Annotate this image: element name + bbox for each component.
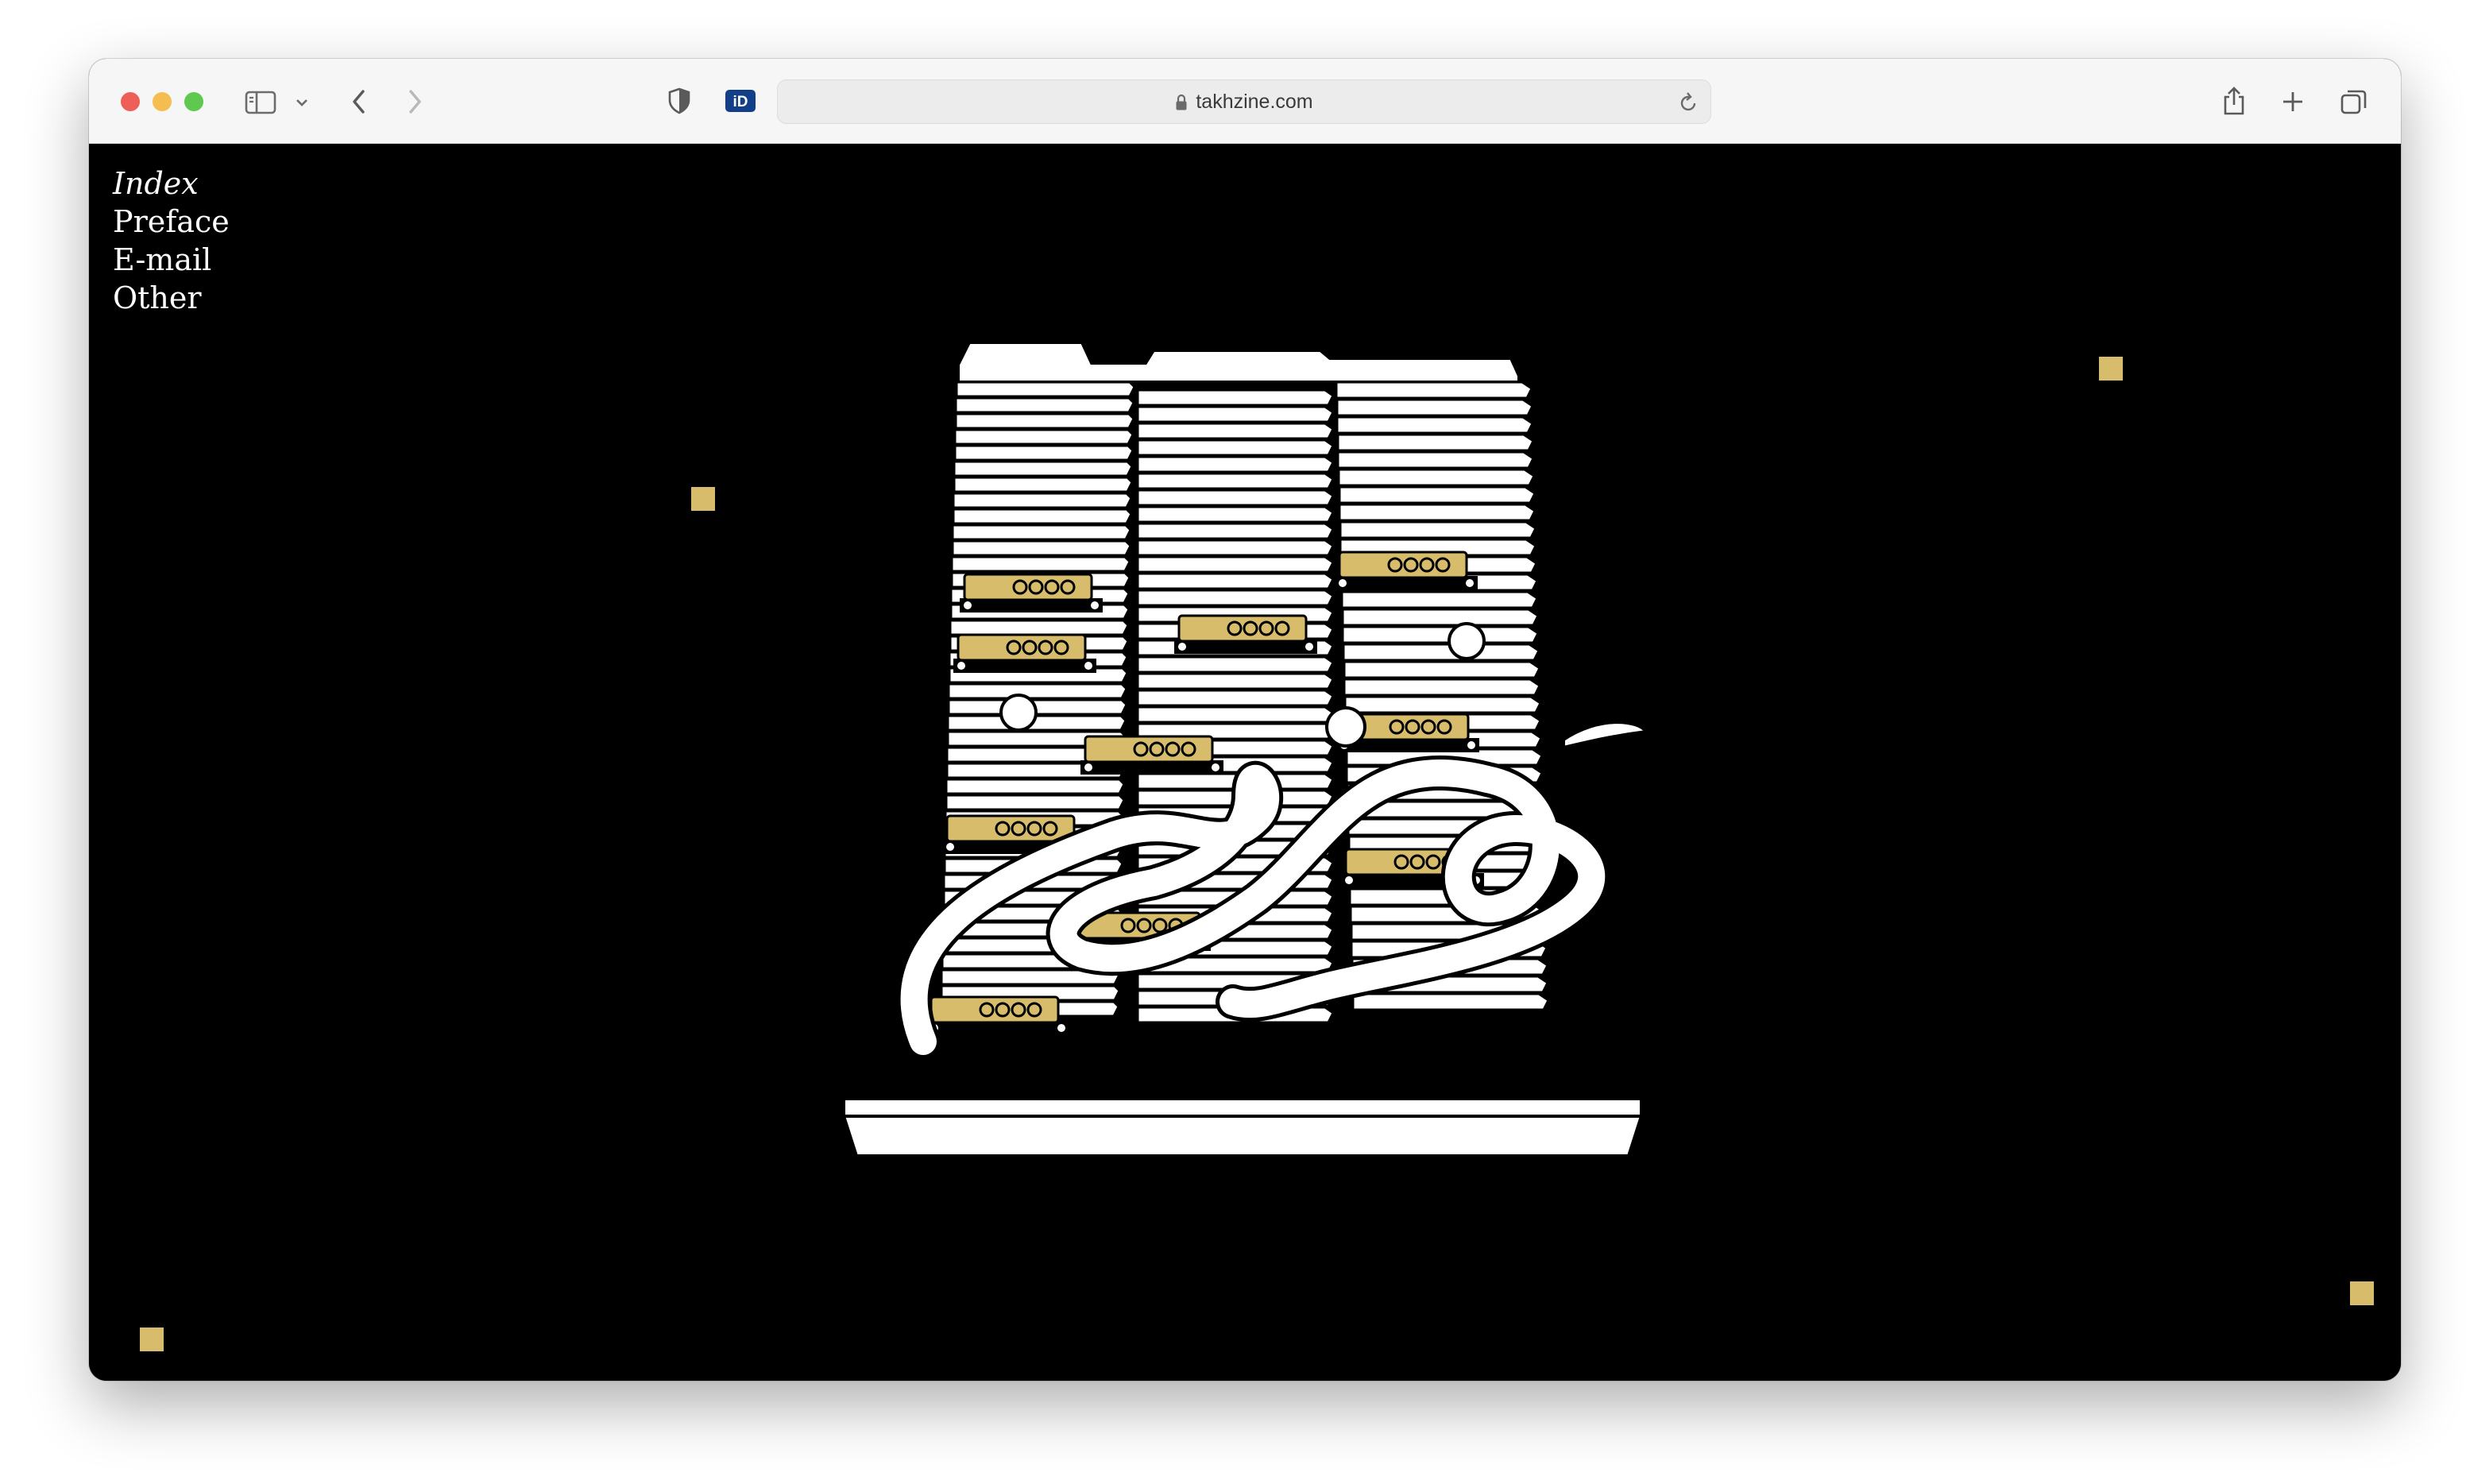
browser-toolbar: iD takhzine.com bbox=[89, 59, 2401, 144]
chevron-down-icon[interactable] bbox=[296, 99, 308, 106]
address-bar[interactable]: takhzine.com bbox=[777, 79, 1711, 124]
zoom-window-button[interactable] bbox=[184, 92, 203, 111]
sidebar-icon[interactable] bbox=[245, 91, 276, 114]
chevron-right-icon[interactable] bbox=[407, 89, 423, 114]
page-content: Index Preface E-mail Other bbox=[89, 144, 2401, 1381]
url-display[interactable]: takhzine.com bbox=[778, 80, 1710, 123]
minimize-window-button[interactable] bbox=[153, 92, 172, 111]
shield-icon[interactable] bbox=[667, 87, 691, 114]
file-stack-illustration bbox=[841, 341, 1649, 1157]
reload-icon[interactable] bbox=[1679, 91, 1699, 116]
lock-icon bbox=[1175, 94, 1188, 111]
url-text: takhzine.com bbox=[1196, 91, 1313, 113]
close-window-button[interactable] bbox=[121, 92, 140, 111]
plus-icon[interactable] bbox=[2282, 91, 2304, 113]
browser-window: iD takhzine.com Index Preface E-mail Oth… bbox=[89, 59, 2401, 1381]
share-icon[interactable] bbox=[2221, 86, 2247, 116]
chevron-left-icon[interactable] bbox=[351, 89, 367, 114]
tab-overview-icon[interactable] bbox=[2340, 89, 2367, 114]
svg-text:iD: iD bbox=[733, 94, 748, 110]
id-badge-icon[interactable]: iD bbox=[725, 89, 756, 113]
